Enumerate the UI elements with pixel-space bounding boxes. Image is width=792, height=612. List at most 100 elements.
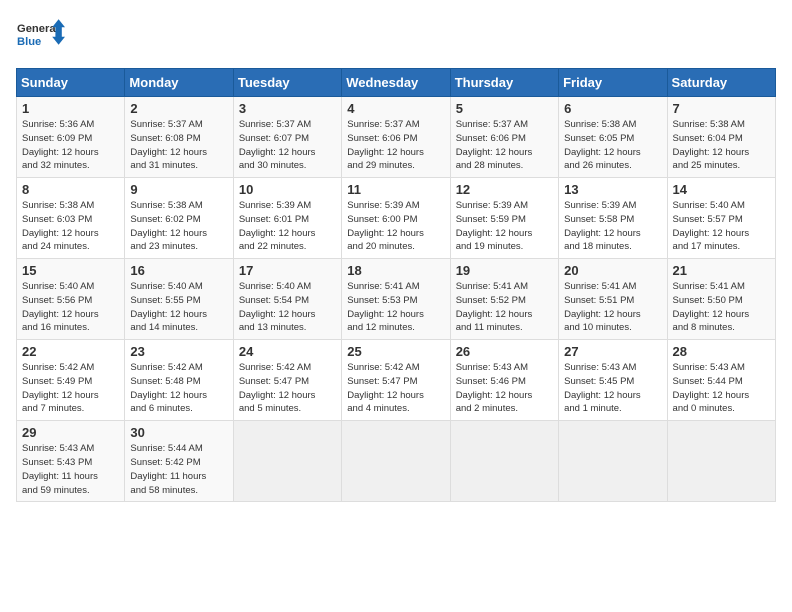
week-row-2: 8Sunrise: 5:38 AM Sunset: 6:03 PM Daylig… — [17, 178, 776, 259]
day-cell: 29 Sunrise: 5:43 AM Sunset: 5:43 PM Dayli… — [17, 421, 125, 502]
col-header-wednesday: Wednesday — [342, 69, 450, 97]
header-row: SundayMondayTuesdayWednesdayThursdayFrid… — [17, 69, 776, 97]
day-number: 1 — [22, 101, 119, 116]
day-info: Sunrise: 5:42 AM Sunset: 5:49 PM Dayligh… — [22, 361, 119, 416]
day-number: 24 — [239, 344, 336, 359]
day-info: Sunrise: 5:41 AM Sunset: 5:51 PM Dayligh… — [564, 280, 661, 335]
day-info: Sunrise: 5:38 AM Sunset: 6:02 PM Dayligh… — [130, 199, 227, 254]
day-cell — [559, 421, 667, 502]
day-number: 23 — [130, 344, 227, 359]
week-row-4: 22 Sunrise: 5:42 AM Sunset: 5:49 PM Dayli… — [17, 340, 776, 421]
day-cell — [233, 421, 341, 502]
day-number: 14 — [673, 182, 770, 197]
day-cell: 27Sunrise: 5:43 AM Sunset: 5:45 PM Dayli… — [559, 340, 667, 421]
day-cell: 16 Sunrise: 5:40 AM Sunset: 5:55 PM Dayli… — [125, 259, 233, 340]
day-cell: 19 Sunrise: 5:41 AM Sunset: 5:52 PM Dayli… — [450, 259, 558, 340]
week-row-3: 15Sunrise: 5:40 AM Sunset: 5:56 PM Dayli… — [17, 259, 776, 340]
week-row-5: 29 Sunrise: 5:43 AM Sunset: 5:43 PM Dayli… — [17, 421, 776, 502]
day-cell: 8Sunrise: 5:38 AM Sunset: 6:03 PM Daylig… — [17, 178, 125, 259]
day-cell — [342, 421, 450, 502]
day-number: 19 — [456, 263, 553, 278]
day-info: Sunrise: 5:38 AM Sunset: 6:04 PM Dayligh… — [673, 118, 770, 173]
col-header-saturday: Saturday — [667, 69, 775, 97]
day-cell — [667, 421, 775, 502]
col-header-friday: Friday — [559, 69, 667, 97]
day-number: 12 — [456, 182, 553, 197]
day-number: 7 — [673, 101, 770, 116]
col-header-monday: Monday — [125, 69, 233, 97]
day-number: 10 — [239, 182, 336, 197]
day-cell: 6 Sunrise: 5:38 AM Sunset: 6:05 PM Daylig… — [559, 97, 667, 178]
day-number: 21 — [673, 263, 770, 278]
day-cell: 9 Sunrise: 5:38 AM Sunset: 6:02 PM Daylig… — [125, 178, 233, 259]
day-info: Sunrise: 5:37 AM Sunset: 6:06 PM Dayligh… — [456, 118, 553, 173]
day-info: Sunrise: 5:39 AM Sunset: 5:58 PM Dayligh… — [564, 199, 661, 254]
day-cell: 3 Sunrise: 5:37 AM Sunset: 6:07 PM Daylig… — [233, 97, 341, 178]
day-number: 22 — [22, 344, 119, 359]
day-info: Sunrise: 5:43 AM Sunset: 5:43 PM Dayligh… — [22, 442, 119, 497]
day-number: 28 — [673, 344, 770, 359]
day-info: Sunrise: 5:42 AM Sunset: 5:47 PM Dayligh… — [347, 361, 444, 416]
day-info: Sunrise: 5:42 AM Sunset: 5:47 PM Dayligh… — [239, 361, 336, 416]
day-number: 9 — [130, 182, 227, 197]
day-number: 5 — [456, 101, 553, 116]
day-cell: 11 Sunrise: 5:39 AM Sunset: 6:00 PM Dayli… — [342, 178, 450, 259]
day-cell: 30 Sunrise: 5:44 AM Sunset: 5:42 PM Dayli… — [125, 421, 233, 502]
day-info: Sunrise: 5:39 AM Sunset: 5:59 PM Dayligh… — [456, 199, 553, 254]
day-cell: 22 Sunrise: 5:42 AM Sunset: 5:49 PM Dayli… — [17, 340, 125, 421]
day-info: Sunrise: 5:41 AM Sunset: 5:50 PM Dayligh… — [673, 280, 770, 335]
day-number: 6 — [564, 101, 661, 116]
page-header: General Blue — [16, 16, 776, 56]
day-cell: 21 Sunrise: 5:41 AM Sunset: 5:50 PM Dayli… — [667, 259, 775, 340]
day-number: 8 — [22, 182, 119, 197]
col-header-tuesday: Tuesday — [233, 69, 341, 97]
day-info: Sunrise: 5:44 AM Sunset: 5:42 PM Dayligh… — [130, 442, 227, 497]
day-info: Sunrise: 5:41 AM Sunset: 5:52 PM Dayligh… — [456, 280, 553, 335]
day-cell: 25Sunrise: 5:42 AM Sunset: 5:47 PM Dayli… — [342, 340, 450, 421]
day-number: 13 — [564, 182, 661, 197]
day-info: Sunrise: 5:37 AM Sunset: 6:08 PM Dayligh… — [130, 118, 227, 173]
day-number: 16 — [130, 263, 227, 278]
day-number: 4 — [347, 101, 444, 116]
col-header-thursday: Thursday — [450, 69, 558, 97]
day-cell: 24 Sunrise: 5:42 AM Sunset: 5:47 PM Dayli… — [233, 340, 341, 421]
day-info: Sunrise: 5:41 AM Sunset: 5:53 PM Dayligh… — [347, 280, 444, 335]
day-cell: 2 Sunrise: 5:37 AM Sunset: 6:08 PM Daylig… — [125, 97, 233, 178]
day-info: Sunrise: 5:43 AM Sunset: 5:44 PM Dayligh… — [673, 361, 770, 416]
day-info: Sunrise: 5:36 AM Sunset: 6:09 PM Dayligh… — [22, 118, 119, 173]
week-row-1: 1 Sunrise: 5:36 AM Sunset: 6:09 PM Daylig… — [17, 97, 776, 178]
day-cell: 20Sunrise: 5:41 AM Sunset: 5:51 PM Dayli… — [559, 259, 667, 340]
day-cell: 12 Sunrise: 5:39 AM Sunset: 5:59 PM Dayli… — [450, 178, 558, 259]
day-cell: 10Sunrise: 5:39 AM Sunset: 6:01 PM Dayli… — [233, 178, 341, 259]
day-info: Sunrise: 5:37 AM Sunset: 6:07 PM Dayligh… — [239, 118, 336, 173]
day-cell: 5 Sunrise: 5:37 AM Sunset: 6:06 PM Daylig… — [450, 97, 558, 178]
day-cell — [450, 421, 558, 502]
svg-text:General: General — [17, 23, 59, 35]
day-cell: 28 Sunrise: 5:43 AM Sunset: 5:44 PM Dayli… — [667, 340, 775, 421]
day-info: Sunrise: 5:40 AM Sunset: 5:56 PM Dayligh… — [22, 280, 119, 335]
day-info: Sunrise: 5:42 AM Sunset: 5:48 PM Dayligh… — [130, 361, 227, 416]
col-header-sunday: Sunday — [17, 69, 125, 97]
day-info: Sunrise: 5:40 AM Sunset: 5:55 PM Dayligh… — [130, 280, 227, 335]
day-number: 30 — [130, 425, 227, 440]
day-info: Sunrise: 5:37 AM Sunset: 6:06 PM Dayligh… — [347, 118, 444, 173]
day-number: 17 — [239, 263, 336, 278]
day-cell: 18 Sunrise: 5:41 AM Sunset: 5:53 PM Dayli… — [342, 259, 450, 340]
day-info: Sunrise: 5:40 AM Sunset: 5:54 PM Dayligh… — [239, 280, 336, 335]
day-cell: 23 Sunrise: 5:42 AM Sunset: 5:48 PM Dayli… — [125, 340, 233, 421]
day-number: 29 — [22, 425, 119, 440]
day-info: Sunrise: 5:40 AM Sunset: 5:57 PM Dayligh… — [673, 199, 770, 254]
day-info: Sunrise: 5:38 AM Sunset: 6:05 PM Dayligh… — [564, 118, 661, 173]
calendar-table: SundayMondayTuesdayWednesdayThursdayFrid… — [16, 68, 776, 502]
day-info: Sunrise: 5:39 AM Sunset: 6:00 PM Dayligh… — [347, 199, 444, 254]
day-cell: 14 Sunrise: 5:40 AM Sunset: 5:57 PM Dayli… — [667, 178, 775, 259]
logo: General Blue — [16, 16, 66, 56]
logo-bird-icon: General Blue — [16, 16, 66, 56]
day-number: 11 — [347, 182, 444, 197]
day-number: 2 — [130, 101, 227, 116]
day-number: 3 — [239, 101, 336, 116]
day-number: 18 — [347, 263, 444, 278]
day-cell: 15Sunrise: 5:40 AM Sunset: 5:56 PM Dayli… — [17, 259, 125, 340]
day-number: 27 — [564, 344, 661, 359]
day-cell: 13 Sunrise: 5:39 AM Sunset: 5:58 PM Dayli… — [559, 178, 667, 259]
